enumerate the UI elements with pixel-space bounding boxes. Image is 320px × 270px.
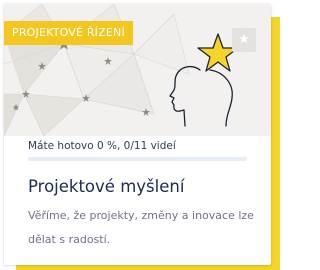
course-card-stage: PROJEKTOVÉ ŘÍZENÍ ★ Máte hotovo 0 %, 0/1… bbox=[0, 0, 280, 270]
course-title[interactable]: Projektové myšlení bbox=[28, 177, 184, 196]
progress-text: Máte hotovo 0 %, 0/11 videí bbox=[28, 140, 176, 152]
course-card[interactable]: PROJEKTOVÉ ŘÍZENÍ ★ Máte hotovo 0 %, 0/1… bbox=[4, 4, 271, 265]
course-description: Věříme, že projekty, změny a inovace lze… bbox=[28, 209, 254, 246]
category-badge: PROJEKTOVÉ ŘÍZENÍ bbox=[4, 21, 133, 45]
star-icon: ★ bbox=[238, 32, 250, 47]
card-hero: PROJEKTOVÉ ŘÍZENÍ ★ bbox=[4, 4, 271, 136]
progress-bar bbox=[28, 157, 247, 161]
favorite-button[interactable]: ★ bbox=[232, 28, 256, 52]
